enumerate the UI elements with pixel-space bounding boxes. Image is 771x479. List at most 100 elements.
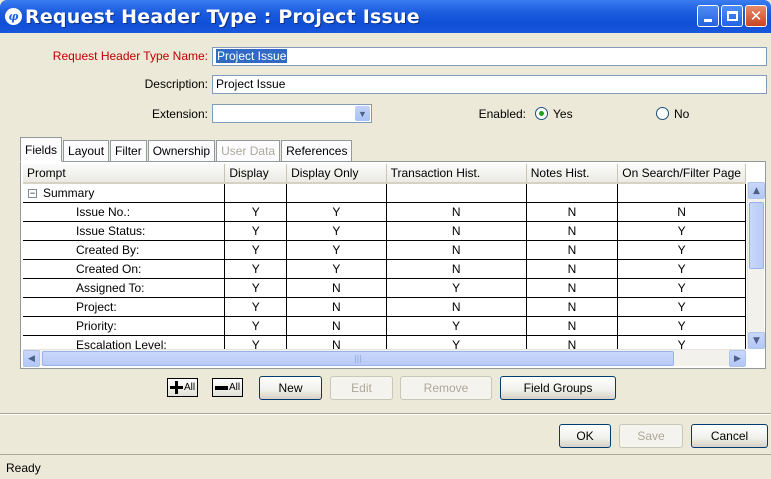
cancel-button[interactable]: Cancel	[691, 424, 768, 448]
table-row[interactable]: Issue Status: Y Y N N Y	[23, 221, 746, 241]
window-title: Request Header Type : Project Issue	[25, 5, 420, 28]
table-cell-prompt: Priority:	[23, 316, 226, 336]
table-cell: Y	[224, 221, 288, 241]
ok-button[interactable]: OK	[559, 424, 611, 448]
save-button[interactable]: Save	[619, 424, 683, 448]
tab-references[interactable]: References	[281, 140, 353, 162]
column-header-display-only[interactable]: Display Only	[286, 164, 387, 184]
table-cell: Y	[286, 259, 387, 279]
vertical-scrollbar[interactable]: ▲ ▼	[747, 182, 765, 349]
table-cell: Y	[224, 259, 288, 279]
edit-button[interactable]: Edit	[330, 376, 393, 400]
table-cell: N	[526, 335, 619, 349]
table-cell-prompt: Issue No.:	[23, 202, 226, 222]
table-cell-prompt: Created By:	[23, 240, 226, 260]
table-cell: Y	[617, 316, 746, 336]
column-header-transaction-hist[interactable]: Transaction Hist.	[386, 164, 527, 184]
scroll-down-icon[interactable]: ▼	[748, 332, 765, 349]
enabled-no-radio[interactable]	[656, 107, 669, 120]
column-header-prompt[interactable]: Prompt	[23, 164, 226, 184]
description-field[interactable]: Project Issue	[212, 75, 767, 94]
collapse-icon[interactable]: −	[28, 189, 37, 199]
extension-label: Extension:	[151, 107, 208, 121]
group-cell[interactable]: − Summary	[23, 183, 226, 203]
table-cell: N	[526, 221, 619, 241]
minus-icon	[215, 385, 228, 390]
table-cell: N	[526, 316, 619, 336]
name-field[interactable]: Project Issue	[212, 47, 767, 66]
chevron-down-icon[interactable]: ▼	[355, 106, 370, 121]
app-logo-icon: φ	[5, 8, 22, 25]
table-row[interactable]: Escalation Level: Y N Y N Y	[23, 335, 746, 349]
column-header-notes-hist[interactable]: Notes Hist.	[526, 164, 619, 184]
table-cell: N	[617, 202, 746, 222]
table-row[interactable]: Assigned To: Y N Y N Y	[23, 278, 746, 298]
tab-layout[interactable]: Layout	[63, 140, 110, 162]
tab-filter[interactable]: Filter	[110, 140, 147, 162]
table-cell-prompt: Created On:	[23, 259, 226, 279]
scroll-right-icon[interactable]: ▶	[729, 350, 746, 367]
status-bar: Ready	[0, 454, 771, 479]
table-row[interactable]: Priority: Y N Y N Y	[23, 316, 746, 336]
horizontal-scroll-thumb[interactable]: |||	[42, 351, 674, 366]
table-cell: N	[526, 240, 619, 260]
table-cell	[386, 183, 527, 203]
expand-all-button[interactable]: All	[167, 378, 199, 397]
table-cell: Y	[286, 221, 387, 241]
table-cell-prompt: Issue Status:	[23, 221, 226, 241]
table-cell: Y	[224, 202, 288, 222]
remove-button[interactable]: Remove	[400, 376, 492, 400]
table-cell	[526, 183, 619, 203]
maximize-button[interactable]	[721, 5, 743, 27]
table-cell: Y	[617, 297, 746, 317]
field-groups-button[interactable]: Field Groups	[500, 376, 616, 400]
table-cell: Y	[617, 259, 746, 279]
minimize-button[interactable]	[697, 5, 719, 27]
name-value: Project Issue	[216, 49, 288, 63]
collapse-all-button[interactable]: All	[212, 378, 244, 397]
table-row[interactable]: Created By: Y Y N N Y	[23, 240, 746, 260]
table-row[interactable]: Project: Y N N N Y	[23, 297, 746, 317]
tab-ownership[interactable]: Ownership	[147, 140, 216, 162]
fields-panel: Prompt Display Display Only Transaction …	[20, 161, 766, 369]
plus-icon	[170, 381, 183, 394]
table-header-row: Prompt Display Display Only Transaction …	[23, 164, 746, 184]
minimize-icon	[704, 19, 712, 22]
table-cell: Y	[224, 278, 288, 298]
table-cell: Y	[617, 335, 746, 349]
table-group-row[interactable]: − Summary	[23, 183, 746, 203]
status-text: Ready	[6, 461, 41, 475]
table-cell: Y	[386, 316, 527, 336]
table-cell: N	[386, 259, 527, 279]
scroll-up-icon[interactable]: ▲	[748, 182, 765, 199]
extension-select[interactable]: ▼	[212, 104, 372, 123]
table-cell-prompt: Escalation Level:	[23, 335, 226, 349]
table-cell: Y	[386, 335, 527, 349]
enabled-no-label[interactable]: No	[674, 107, 689, 121]
table-row[interactable]: Issue No.: Y Y N N N	[23, 202, 746, 222]
new-button[interactable]: New	[259, 376, 322, 400]
table-cell: N	[286, 316, 387, 336]
maximize-icon	[726, 11, 738, 21]
scroll-left-icon[interactable]: ◀	[23, 350, 40, 367]
table-row[interactable]: Created On: Y Y N N Y	[23, 259, 746, 279]
table-cell: Y	[617, 221, 746, 241]
table-cell	[224, 183, 288, 203]
radio-selected-dot-icon	[539, 111, 544, 116]
horizontal-scrollbar[interactable]: ◀ ||| ▶	[23, 349, 746, 367]
table-cell: N	[526, 278, 619, 298]
close-button[interactable]: ✕	[745, 5, 767, 27]
column-header-display[interactable]: Display	[224, 164, 288, 184]
tab-fields[interactable]: Fields	[20, 137, 63, 162]
enabled-yes-radio[interactable]	[535, 107, 548, 120]
table-cell-prompt: Assigned To:	[23, 278, 226, 298]
title-bar[interactable]: φ Request Header Type : Project Issue ✕	[0, 0, 771, 33]
enabled-yes-label[interactable]: Yes	[553, 107, 573, 121]
table-cell: Y	[224, 335, 288, 349]
table-cell-prompt: Project:	[23, 297, 226, 317]
table-cell: N	[286, 297, 387, 317]
vertical-scroll-thumb[interactable]	[749, 202, 764, 269]
column-header-on-search-filter-page[interactable]: On Search/Filter Page	[617, 164, 746, 184]
table-cell: N	[386, 297, 527, 317]
table-cell: N	[526, 297, 619, 317]
